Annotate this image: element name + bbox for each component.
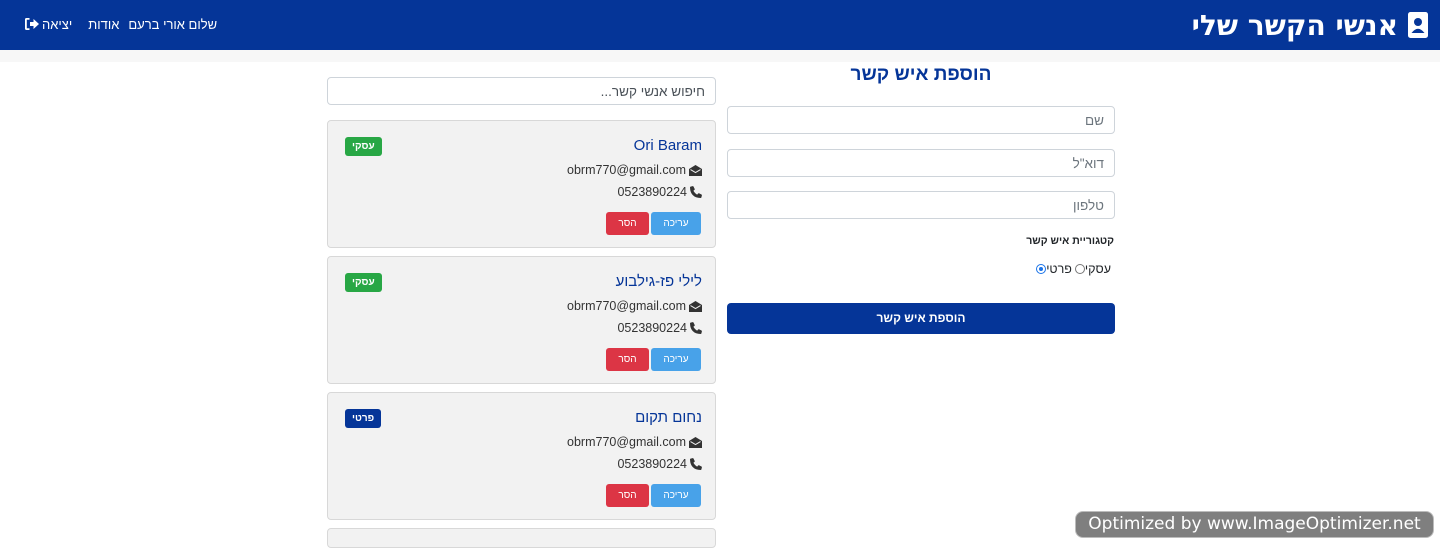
top-navbar: אנשי הקשר שלי יציאה אודות שלום אורי ברעם	[0, 0, 1440, 50]
contact-name: לילי פז-גילבוע	[615, 273, 702, 290]
contact-card-icon	[1408, 12, 1428, 38]
remove-button[interactable]: הסר	[606, 484, 649, 507]
category-radio-group: פרטי עסקי	[1033, 262, 1115, 276]
radio-private-dot[interactable]	[1036, 264, 1047, 274]
contact-email-line: obrm770@gmail.com	[567, 299, 702, 313]
category-label: קטגוריית איש קשר	[1026, 235, 1114, 247]
contact-phone-line: 0523890224	[617, 185, 702, 199]
contact-phone-line: 0523890224	[617, 457, 702, 471]
name-input[interactable]	[727, 106, 1115, 134]
add-contact-heading: הוספת איש קשר	[850, 64, 992, 85]
category-badge: עסקי	[345, 273, 382, 292]
radio-private[interactable]: פרטי	[1033, 262, 1072, 276]
envelope-icon	[689, 436, 702, 448]
brand[interactable]: אנשי הקשר שלי	[1192, 8, 1428, 42]
remove-button[interactable]: הסר	[606, 212, 649, 235]
envelope-icon	[689, 300, 702, 312]
add-contact-button[interactable]: הוספת איש קשר	[727, 303, 1115, 334]
radio-business-dot[interactable]	[1074, 264, 1085, 274]
phone-icon	[690, 458, 702, 470]
logout-label: יציאה	[42, 16, 73, 32]
edit-button[interactable]: עריכה	[651, 212, 701, 235]
contact-email-line: obrm770@gmail.com	[567, 163, 702, 177]
app-title: אנשי הקשר שלי	[1191, 8, 1398, 42]
contact-phone-line: 0523890224	[617, 321, 702, 335]
email-input[interactable]	[727, 149, 1115, 177]
radio-private-label: פרטי	[1046, 262, 1072, 276]
radio-business-label: עסקי	[1084, 262, 1111, 276]
contact-email: obrm770@gmail.com	[567, 435, 686, 449]
user-greeting: שלום אורי ברעם	[128, 16, 218, 32]
contact-email: obrm770@gmail.com	[567, 299, 686, 313]
contact-email-line: obrm770@gmail.com	[567, 435, 702, 449]
contact-name: Ori Baram	[633, 137, 702, 154]
contact-phone: 0523890224	[617, 185, 687, 199]
contact-card: לילי פז-גילבוע עסקי obrm770@gmail.com 05…	[327, 256, 716, 384]
contact-card-partial	[327, 528, 716, 548]
phone-input[interactable]	[727, 191, 1115, 219]
user-nav: יציאה אודות שלום אורי ברעם	[25, 14, 217, 34]
sign-out-icon	[25, 18, 39, 30]
search-input[interactable]	[327, 77, 716, 105]
radio-business[interactable]: עסקי	[1072, 262, 1111, 276]
category-badge: עסקי	[345, 137, 382, 156]
contact-phone: 0523890224	[617, 457, 687, 471]
phone-icon	[690, 322, 702, 334]
remove-button[interactable]: הסר	[606, 348, 649, 371]
contact-email: obrm770@gmail.com	[567, 163, 686, 177]
contact-name: נחום תקום	[635, 409, 702, 426]
contact-card: נחום תקום פרטי obrm770@gmail.com 0523890…	[327, 392, 716, 520]
logout-link[interactable]: יציאה	[25, 17, 72, 32]
watermark: Optimized by www.ImageOptimizer.net	[1075, 511, 1434, 538]
contact-phone: 0523890224	[617, 321, 687, 335]
contact-card: Ori Baram עסקי obrm770@gmail.com 0523890…	[327, 120, 716, 248]
edit-button[interactable]: עריכה	[651, 348, 701, 371]
phone-icon	[690, 186, 702, 198]
edit-button[interactable]: עריכה	[651, 484, 701, 507]
about-link[interactable]: אודות	[88, 17, 119, 32]
envelope-icon	[689, 164, 702, 176]
category-badge: פרטי	[345, 409, 382, 428]
header-shadow-strip	[0, 50, 1440, 62]
